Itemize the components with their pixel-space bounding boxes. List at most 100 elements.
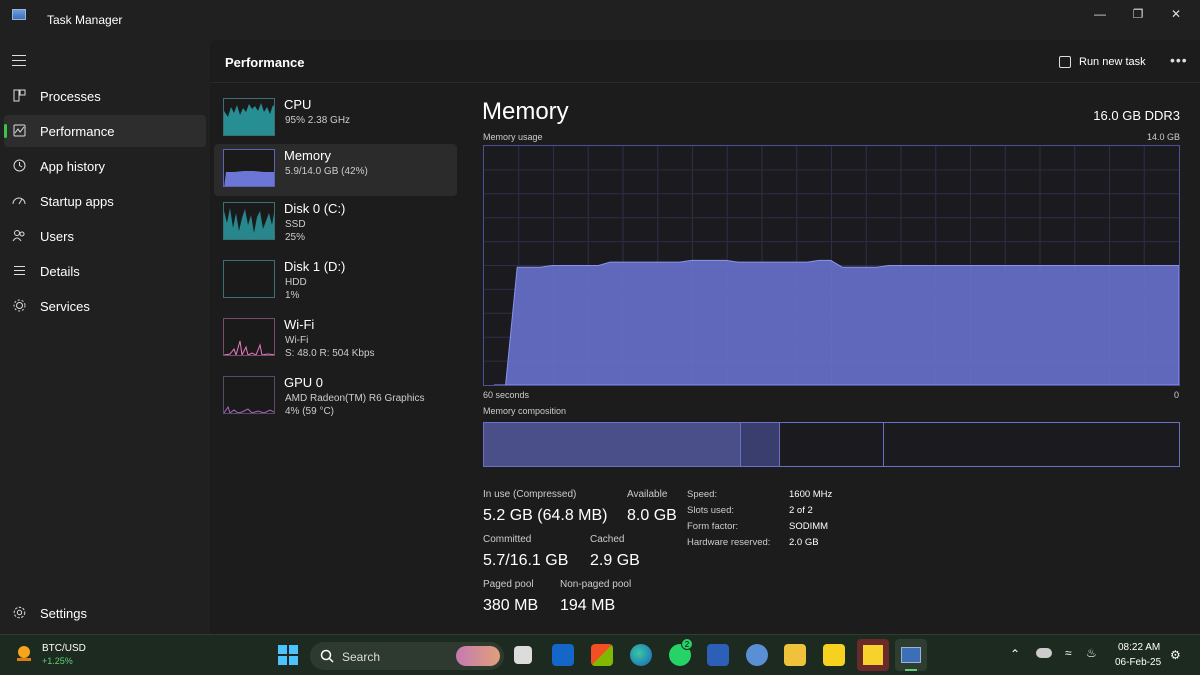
run-new-task-label: Run new task xyxy=(1079,56,1146,68)
task-manager-taskbar-button[interactable] xyxy=(895,639,927,671)
taskbar: BTC/USD +1.25% Search 2 ⌃ ≈ ♨ 08:22 AM 0… xyxy=(0,634,1200,675)
sidebar: Processes Performance App history Startu… xyxy=(0,40,210,634)
title-bar: Task Manager — ❐ ✕ xyxy=(0,0,1200,40)
volume-icon[interactable]: ♨ xyxy=(1086,646,1097,660)
ticker-symbol[interactable]: BTC/USD xyxy=(42,643,86,654)
run-new-task-button[interactable]: Run new task xyxy=(1059,53,1146,71)
restore-button[interactable]: ❐ xyxy=(1118,0,1158,28)
clock-time[interactable]: 08:22 AM xyxy=(1118,642,1160,653)
wifi-icon[interactable]: ≈ xyxy=(1065,646,1072,660)
store-icon[interactable] xyxy=(591,644,613,666)
cached-label: Cached xyxy=(590,534,625,545)
chevron-up-icon[interactable]: ⌃ xyxy=(1010,647,1020,661)
search-box[interactable]: Search xyxy=(310,642,504,670)
memory-title: Memory xyxy=(482,98,569,125)
nav-item-settings[interactable]: Settings xyxy=(4,597,206,629)
gear-icon xyxy=(12,605,26,619)
player-icon[interactable] xyxy=(823,644,845,666)
form-factor-value: SODIMM xyxy=(789,521,829,532)
settings-label: Settings xyxy=(40,606,87,621)
nav-item-services[interactable]: Services xyxy=(4,290,206,322)
run-task-icon xyxy=(1059,56,1071,68)
device-name: Disk 1 (D:) xyxy=(284,259,346,274)
nonpaged-pool-label: Non-paged pool xyxy=(560,579,632,590)
device-detail: HDD xyxy=(285,277,307,288)
weather-ticker-icon xyxy=(14,644,34,664)
nav-item-startup-apps[interactable]: Startup apps xyxy=(4,185,206,217)
clock-date[interactable]: 06-Feb-25 xyxy=(1115,657,1161,668)
speed-key: Speed: xyxy=(687,489,718,500)
paged-pool-label: Paged pool xyxy=(483,579,534,590)
device-disk-0[interactable]: Disk 0 (C:) SSD 25% xyxy=(214,197,457,249)
composition-modified xyxy=(741,423,780,466)
window-title: Task Manager xyxy=(47,13,123,27)
cached-value: 2.9 GB xyxy=(590,552,640,569)
device-detail: 1% xyxy=(285,290,300,301)
available-label: Available xyxy=(627,489,668,500)
onedrive-icon[interactable] xyxy=(1036,648,1052,658)
nav-label: Performance xyxy=(40,124,115,139)
committed-value: 5.7/16.1 GB xyxy=(483,552,569,569)
close-button[interactable]: ✕ xyxy=(1156,0,1196,28)
nav-item-performance[interactable]: Performance xyxy=(4,115,206,147)
search-highlight-image xyxy=(456,646,500,666)
memory-composition-label: Memory composition xyxy=(483,406,567,416)
nav-item-app-history[interactable]: App history xyxy=(4,150,206,182)
hamburger-menu-button[interactable] xyxy=(12,55,26,70)
performance-chart-icon xyxy=(12,123,26,137)
whatsapp-icon[interactable]: 2 xyxy=(669,638,693,666)
device-detail: SSD xyxy=(285,219,306,230)
device-name: GPU 0 xyxy=(284,375,324,390)
device-wifi[interactable]: Wi-Fi Wi-Fi S: 48.0 R: 504 Kbps xyxy=(214,313,457,365)
close-icon: ✕ xyxy=(1170,7,1182,21)
task-view-icon[interactable] xyxy=(514,646,532,664)
paged-pool-value: 380 MB xyxy=(483,597,539,614)
device-cpu[interactable]: CPU 95% 2.38 GHz xyxy=(214,93,457,145)
word-icon[interactable] xyxy=(707,644,729,666)
graph-x-right-label: 0 xyxy=(1174,390,1180,400)
task-manager-app-icon xyxy=(12,9,26,20)
task-manager-icon xyxy=(901,647,921,663)
nav-label: App history xyxy=(40,159,106,174)
memory-composition-bar xyxy=(483,422,1180,467)
device-name: CPU xyxy=(284,97,312,112)
speedometer-icon xyxy=(12,193,26,207)
device-name: Disk 0 (C:) xyxy=(284,201,346,216)
device-name: Memory xyxy=(284,148,331,163)
memory-spec: 16.0 GB DDR3 xyxy=(1093,108,1180,123)
nav-item-users[interactable]: Users xyxy=(4,220,206,252)
cpu-thumbnail-graph xyxy=(223,98,275,136)
device-memory[interactable]: Memory 5.9/14.0 GB (42%) xyxy=(214,144,457,196)
sticky-notes-button[interactable] xyxy=(857,639,889,671)
device-detail: 95% 2.38 GHz xyxy=(285,115,351,126)
nav-item-processes[interactable]: Processes xyxy=(4,80,206,112)
graph-x-left-label: 60 seconds xyxy=(483,390,530,400)
notification-bell-icon[interactable]: ⚙ xyxy=(1170,648,1181,662)
nonpaged-pool-value: 194 MB xyxy=(560,597,616,614)
nav-item-details[interactable]: Details xyxy=(4,255,206,287)
qbittorrent-icon[interactable] xyxy=(746,644,768,666)
form-factor-key: Form factor: xyxy=(687,521,739,532)
speed-value: 1600 MHz xyxy=(789,489,833,500)
in-use-label: In use (Compressed) xyxy=(483,489,577,500)
composition-in-use xyxy=(484,423,741,466)
device-detail: 4% (59 °C) xyxy=(285,406,335,417)
outlook-icon[interactable] xyxy=(552,644,574,666)
search-icon xyxy=(320,649,334,663)
edge-icon[interactable] xyxy=(630,644,652,666)
file-explorer-icon[interactable] xyxy=(784,644,806,666)
slots-value: 2 of 2 xyxy=(789,505,813,516)
composition-standby xyxy=(780,423,884,466)
search-label: Search xyxy=(342,650,381,664)
wifi-thumbnail-graph xyxy=(223,318,275,356)
device-disk-1[interactable]: Disk 1 (D:) HDD 1% xyxy=(214,255,457,307)
start-button[interactable] xyxy=(277,644,299,666)
memory-usage-max: 14.0 GB xyxy=(1146,132,1180,142)
nav-label: Users xyxy=(40,229,74,244)
disk1-thumbnail-graph xyxy=(223,260,275,298)
minimize-button[interactable]: — xyxy=(1080,0,1120,28)
more-options-button[interactable]: ••• xyxy=(1170,52,1188,68)
slots-key: Slots used: xyxy=(687,505,734,516)
device-gpu[interactable]: GPU 0 AMD Radeon(TM) R6 Graphics 4% (59 … xyxy=(214,371,457,423)
in-use-value: 5.2 GB (64.8 MB) xyxy=(483,507,608,524)
